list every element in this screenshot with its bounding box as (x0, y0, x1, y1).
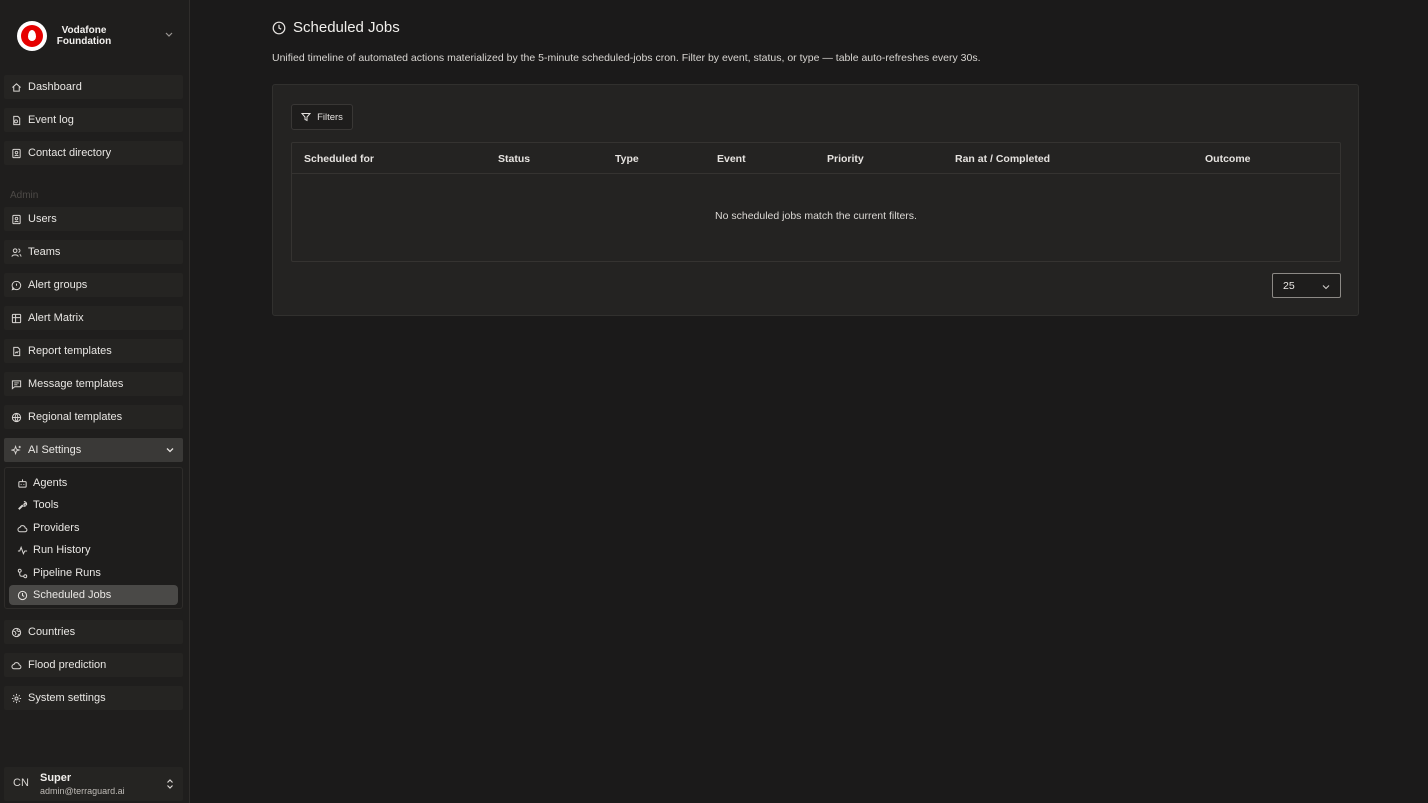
page-size-select[interactable]: 25 (1272, 273, 1341, 298)
submenu-item-tools[interactable]: Tools (9, 495, 178, 515)
sidebar-item-dashboard[interactable]: Dashboard (4, 75, 183, 99)
sidebar: Vodafone Foundation Dashboard Event log (0, 0, 190, 803)
message-icon (11, 379, 22, 390)
user-icon (11, 214, 22, 225)
column-header-ran-at[interactable]: Ran at / Completed (955, 153, 1050, 165)
avatar: CN (13, 777, 29, 789)
org-name: Vodafone Foundation (56, 25, 112, 47)
sidebar-item-alert-matrix[interactable]: Alert Matrix (4, 306, 183, 330)
vodafone-logo (17, 21, 47, 51)
sidebar-item-regional-templates[interactable]: Regional templates (4, 405, 183, 429)
grid-icon (11, 313, 22, 324)
sidebar-item-alert-groups[interactable]: Alert groups (4, 273, 183, 297)
users-icon (11, 247, 22, 258)
table-header: Scheduled for Status Type Event Priority… (292, 143, 1340, 174)
page-header: Scheduled Jobs (272, 19, 400, 36)
column-header-scheduled-for[interactable]: Scheduled for (304, 153, 374, 165)
alert-bubble-icon (11, 280, 22, 291)
page-description: Unified timeline of automated actions ma… (272, 52, 981, 64)
home-icon (11, 82, 22, 93)
submenu-item-agents[interactable]: Agents (9, 473, 178, 493)
main-content: Scheduled Jobs Unified timeline of autom… (190, 0, 1428, 803)
sidebar-item-message-templates[interactable]: Message templates (4, 372, 183, 396)
page-title: Scheduled Jobs (293, 19, 400, 36)
globe-icon (11, 412, 22, 423)
ai-settings-submenu: Agents Tools Providers Run History Pipel… (4, 467, 183, 609)
column-header-outcome[interactable]: Outcome (1205, 153, 1251, 165)
column-header-type[interactable]: Type (615, 153, 639, 165)
submenu-item-pipeline-runs[interactable]: Pipeline Runs (9, 563, 178, 583)
user-name: Super (40, 772, 72, 784)
sidebar-item-countries[interactable]: Countries (4, 620, 183, 644)
sparkles-icon (11, 444, 22, 456)
scheduled-jobs-table: Scheduled for Status Type Event Priority… (291, 142, 1341, 262)
clock-icon (272, 21, 286, 35)
wrench-icon (17, 500, 28, 511)
contact-icon (11, 148, 22, 159)
activity-icon (17, 545, 28, 556)
sidebar-item-teams[interactable]: Teams (4, 240, 183, 264)
chevron-down-icon (164, 29, 174, 39)
clock-icon (17, 590, 28, 601)
cloud-icon (11, 660, 22, 671)
submenu-item-run-history[interactable]: Run History (9, 540, 178, 560)
sidebar-item-flood-prediction[interactable]: Flood prediction (4, 653, 183, 677)
column-header-event[interactable]: Event (717, 153, 746, 165)
scheduled-jobs-card: Filters Scheduled for Status Type Event … (272, 84, 1359, 316)
sidebar-item-system-settings[interactable]: System settings (4, 686, 183, 710)
column-header-priority[interactable]: Priority (827, 153, 864, 165)
user-email: admin@terraguard.ai (40, 786, 125, 796)
chevron-up-down-icon (165, 778, 175, 790)
sidebar-item-users[interactable]: Users (4, 207, 183, 231)
sidebar-item-ai-settings[interactable]: AI Settings (4, 438, 183, 462)
chevron-down-icon (1321, 282, 1331, 292)
user-menu[interactable]: CN Super admin@terraguard.ai (4, 767, 183, 801)
submenu-item-scheduled-jobs[interactable]: Scheduled Jobs (9, 585, 178, 605)
section-label-admin: Admin (10, 190, 39, 201)
sidebar-item-contact-directory[interactable]: Contact directory (4, 141, 183, 165)
gear-icon (11, 693, 22, 704)
empty-state-message: No scheduled jobs match the current filt… (715, 210, 917, 222)
submenu-item-providers[interactable]: Providers (9, 518, 178, 538)
filter-icon (301, 112, 312, 122)
event-log-icon (11, 115, 22, 126)
report-icon (11, 346, 22, 357)
sidebar-item-report-templates[interactable]: Report templates (4, 339, 183, 363)
filters-button[interactable]: Filters (291, 104, 353, 130)
chevron-down-icon (165, 445, 175, 455)
pipeline-icon (17, 568, 28, 579)
org-switcher[interactable]: Vodafone Foundation (4, 16, 184, 56)
column-header-status[interactable]: Status (498, 153, 530, 165)
sidebar-item-event-log[interactable]: Event log (4, 108, 183, 132)
cloud-icon (17, 523, 28, 534)
robot-icon (17, 478, 28, 489)
earth-icon (11, 627, 22, 638)
